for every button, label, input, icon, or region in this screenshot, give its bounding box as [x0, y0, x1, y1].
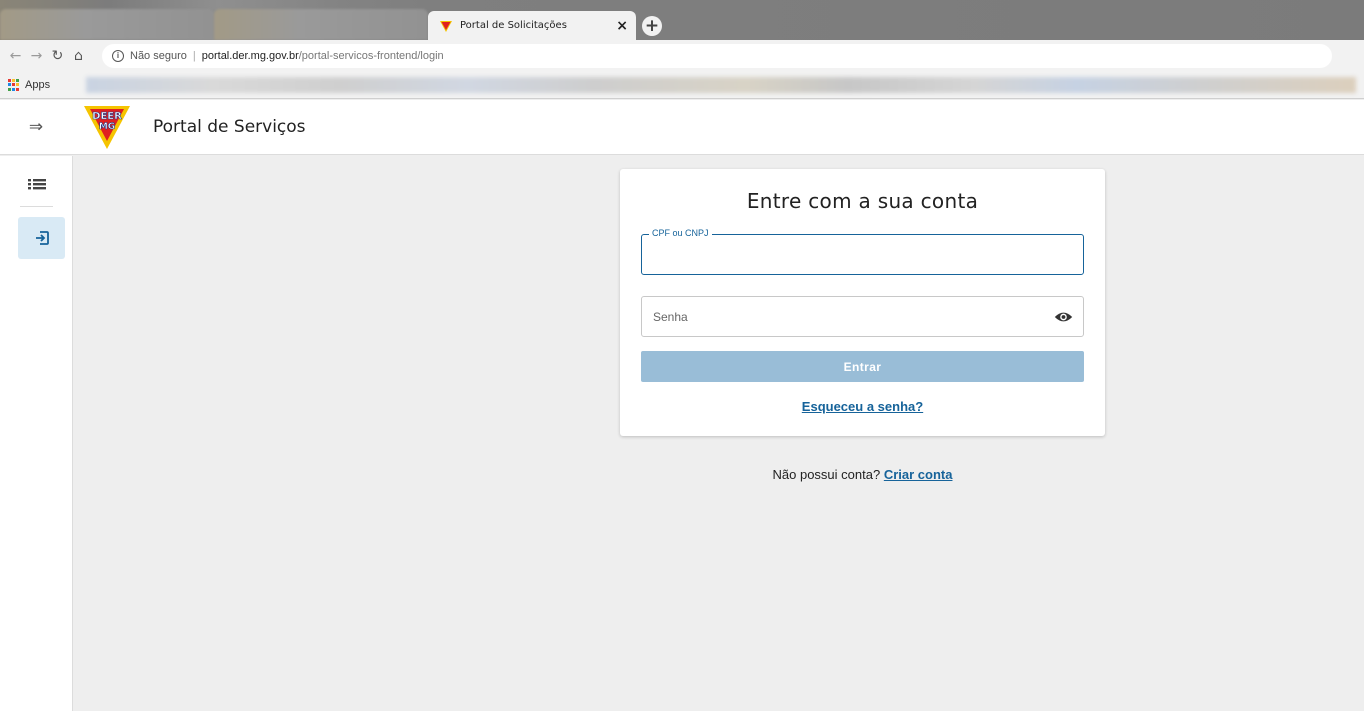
create-account-link[interactable]: Criar conta	[884, 467, 953, 482]
apps-bookmark[interactable]: Apps	[25, 79, 50, 91]
blurred-tab[interactable]	[0, 9, 214, 40]
url-host: portal.der.mg.gov.br	[201, 50, 299, 62]
deer-mg-logo: DEER MG	[84, 106, 130, 149]
omnibox-separator: |	[192, 50, 196, 62]
sidebar-item-login[interactable]	[18, 217, 65, 259]
login-icon	[35, 231, 49, 245]
forward-icon[interactable]: →	[27, 44, 46, 68]
new-tab-button[interactable]: +	[642, 16, 662, 36]
password-field[interactable]	[641, 296, 1084, 337]
forgot-password-link[interactable]: Esqueceu a senha?	[620, 399, 1105, 414]
password-input[interactable]	[642, 297, 1042, 336]
url-path: /portal-servicos-frontend/login	[298, 50, 444, 62]
eye-icon[interactable]	[1054, 309, 1073, 325]
info-icon[interactable]: i	[112, 50, 124, 62]
back-icon[interactable]: ←	[6, 44, 25, 68]
address-bar[interactable]: i Não seguro | portal.der.mg.gov.br/port…	[102, 44, 1332, 68]
browser-toolbar: ← → ↻ ⌂ i Não seguro | portal.der.mg.gov…	[0, 40, 1364, 72]
sidebar	[0, 156, 73, 711]
menu-toggle-icon[interactable]: ⇒	[0, 117, 72, 137]
tab-title: Portal de Solicitações	[460, 20, 567, 31]
browser-tab-active[interactable]: Portal de Solicitações ×	[428, 11, 636, 40]
signup-prompt: Não possui conta? Criar conta	[620, 467, 1105, 482]
security-label[interactable]: Não seguro	[130, 50, 187, 62]
logo-text-mg: MG	[99, 122, 115, 132]
apps-grid-icon[interactable]	[8, 79, 20, 91]
no-account-text: Não possui conta?	[772, 467, 881, 482]
login-button[interactable]: Entrar	[641, 351, 1084, 382]
tab-close-icon[interactable]: ×	[616, 18, 628, 34]
login-title: Entre com a sua conta	[746, 189, 979, 213]
cpf-field[interactable]: CPF ou CNPJ	[641, 228, 1084, 275]
bookmarks-bar: Apps	[0, 72, 1364, 99]
cpf-input[interactable]	[642, 235, 1083, 274]
login-card: Entre com a sua conta CPF ou CNPJ Entrar…	[620, 169, 1105, 436]
list-icon[interactable]	[27, 176, 47, 192]
deer-favicon-icon	[440, 20, 452, 32]
blurred-bookmarks	[86, 77, 1356, 93]
reload-icon[interactable]: ↻	[48, 44, 67, 68]
app-header: ⇒ DEER MG Portal de Serviços	[0, 100, 1364, 155]
sidebar-divider	[20, 206, 53, 207]
home-icon[interactable]: ⌂	[69, 44, 88, 68]
app-title: Portal de Serviços	[153, 117, 306, 137]
logo-text-deer: DEER	[92, 111, 122, 122]
browser-tabstrip: Portal de Solicitações × +	[0, 0, 1364, 40]
blurred-tab[interactable]	[214, 9, 428, 40]
